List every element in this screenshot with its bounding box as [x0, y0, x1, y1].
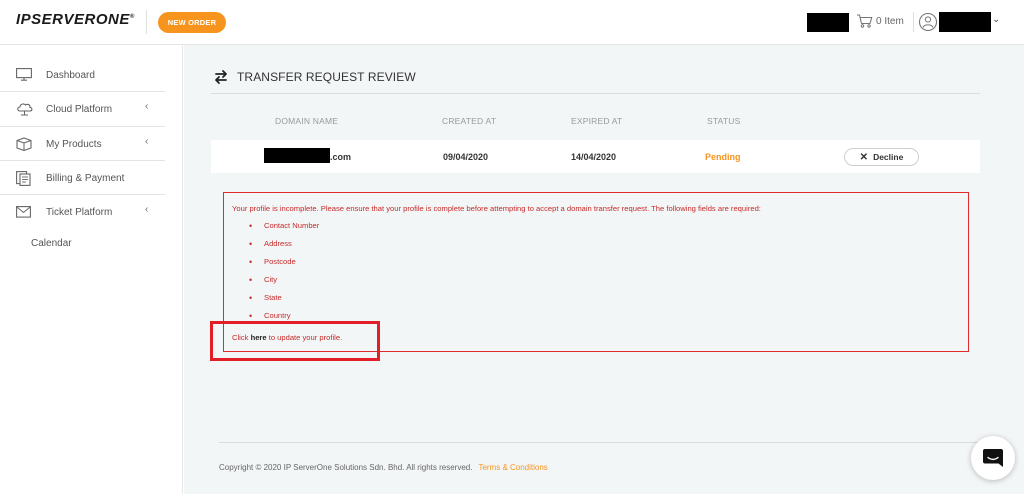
title-divider — [211, 93, 980, 94]
transfer-arrows-icon — [213, 69, 229, 90]
main-content: TRANSFER REQUEST REVIEW DOMAIN NAME CREA… — [184, 45, 1024, 494]
column-header-expired: EXPIRED AT — [571, 116, 623, 126]
user-divider — [913, 12, 914, 32]
sidebar-item-calendar[interactable]: Calendar — [31, 238, 72, 249]
table-row: .com 09/04/2020 14/04/2020 Pending ✕ Decl… — [211, 140, 980, 173]
decline-button[interactable]: ✕ Decline — [844, 148, 919, 166]
list-item: State — [249, 289, 319, 307]
chevron-left-icon: ‹ — [145, 136, 149, 147]
sidebar-item-label: Billing & Payment — [46, 173, 125, 184]
decline-label: Decline — [873, 151, 904, 162]
box-icon — [16, 137, 32, 156]
user-avatar-icon[interactable] — [918, 12, 938, 37]
chat-bubble-icon — [971, 446, 1015, 470]
column-header-domain: DOMAIN NAME — [275, 116, 339, 126]
sidebar-item-ticket-platform[interactable]: Ticket Platform ‹ — [0, 195, 165, 229]
terms-link[interactable]: Terms & Conditions — [478, 463, 547, 472]
footer-divider — [219, 442, 979, 443]
chevron-down-icon[interactable]: ⌄ — [992, 14, 1000, 25]
footer: Copyright © 2020 IP ServerOne Solutions … — [219, 463, 548, 472]
invoice-icon — [16, 171, 31, 191]
expired-date: 14/04/2020 — [571, 152, 617, 162]
cloud-icon — [16, 102, 33, 121]
redacted-username — [939, 12, 991, 32]
alert-message: Your profile is incomplete. Please ensur… — [232, 204, 761, 213]
chat-button[interactable] — [971, 436, 1015, 480]
sidebar-item-label: Ticket Platform — [46, 207, 113, 218]
copyright-text: Copyright © 2020 IP ServerOne Solutions … — [219, 463, 473, 472]
logo-mark: ® — [129, 14, 135, 20]
chevron-left-icon: ‹ — [145, 101, 149, 112]
sidebar-item-cloud-platform[interactable]: Cloud Platform ‹ — [0, 92, 165, 126]
sidebar-item-label: Dashboard — [46, 70, 95, 81]
redacted-domain — [264, 148, 330, 163]
header-divider — [146, 10, 147, 34]
sidebar-item-my-products[interactable]: My Products ‹ — [0, 127, 165, 161]
chevron-left-icon: ‹ — [145, 204, 149, 215]
envelope-icon — [16, 205, 31, 223]
status-badge: Pending — [705, 152, 741, 162]
close-icon: ✕ — [859, 151, 869, 163]
sidebar-item-billing-payment[interactable]: Billing & Payment — [0, 161, 165, 195]
sidebar-item-label: My Products — [46, 139, 102, 150]
cart-count[interactable]: 0 Item — [876, 16, 904, 27]
logo-text: IPSERVERONE — [16, 11, 130, 28]
annotation-highlight-box — [210, 321, 380, 361]
sidebar: Dashboard Cloud Platform ‹ My Products ‹… — [0, 45, 183, 494]
domain-suffix: .com — [330, 152, 352, 162]
redacted-balance — [807, 13, 849, 32]
top-header: IPSERVERONE® NEW ORDER 0 Item ⌄ — [0, 0, 1024, 45]
logo[interactable]: IPSERVERONE® — [16, 11, 135, 28]
list-item: City — [249, 271, 319, 289]
column-header-created: CREATED AT — [442, 116, 497, 126]
page-title: TRANSFER REQUEST REVIEW — [237, 70, 416, 84]
column-header-status: STATUS — [707, 116, 741, 126]
list-item: Address — [249, 235, 319, 253]
required-fields-list: Contact Number Address Postcode City Sta… — [249, 217, 319, 325]
monitor-icon — [16, 68, 32, 86]
sidebar-item-dashboard[interactable]: Dashboard — [0, 58, 165, 92]
list-item: Contact Number — [249, 217, 319, 235]
new-order-button[interactable]: NEW ORDER — [158, 12, 226, 33]
created-date: 09/04/2020 — [443, 152, 489, 162]
list-item: Postcode — [249, 253, 319, 271]
sidebar-item-label: Cloud Platform — [46, 104, 113, 115]
cart-icon[interactable] — [856, 14, 873, 33]
